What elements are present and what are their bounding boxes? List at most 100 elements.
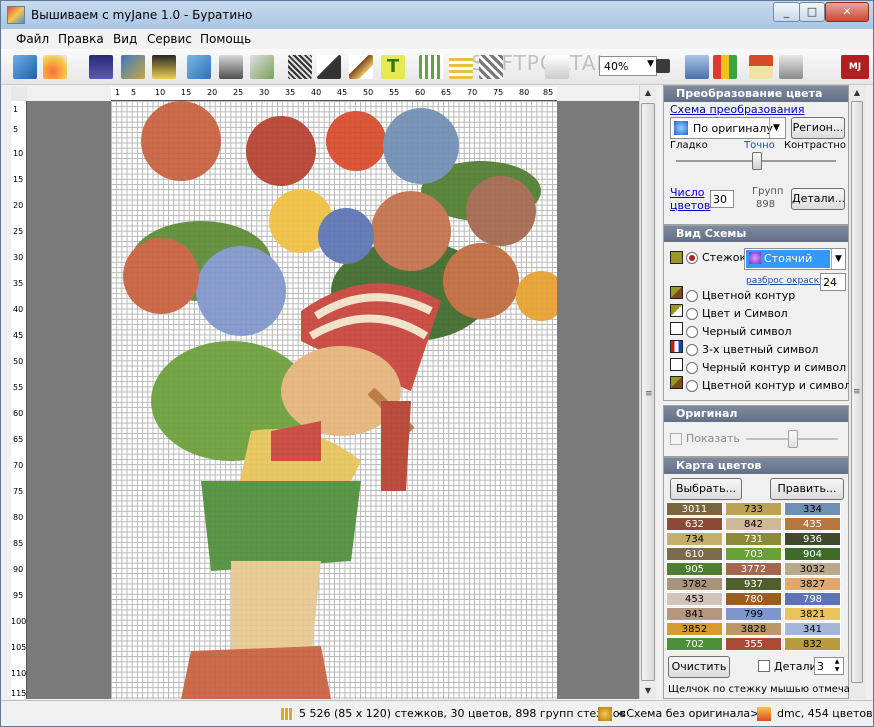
palette-cell[interactable]: 435 <box>784 517 841 531</box>
view-radio-three-color[interactable] <box>686 344 698 356</box>
palette-cell[interactable]: 3032 <box>784 562 841 576</box>
details-stepper[interactable]: 3 ▲ ▼ <box>814 657 844 675</box>
palette-cell[interactable]: 3821 <box>784 607 841 621</box>
select-colors-button[interactable]: Выбрать... <box>670 478 742 500</box>
photo-icon[interactable] <box>779 55 803 79</box>
zoom-select[interactable]: 40% ▼ <box>599 56 657 76</box>
palette-cell[interactable]: 610 <box>666 547 723 561</box>
palette-cell[interactable]: 334 <box>784 502 841 516</box>
stairs-icon[interactable] <box>317 55 341 79</box>
myjane-logo-icon[interactable]: MJ <box>841 55 869 79</box>
export-icon[interactable] <box>121 55 145 79</box>
camera-icon[interactable] <box>656 59 670 73</box>
app-icon[interactable] <box>7 6 25 24</box>
grid-2-icon[interactable] <box>449 55 473 79</box>
palette-cell[interactable]: 731 <box>725 532 782 546</box>
scroll-up-icon[interactable]: ▲ <box>849 85 865 101</box>
palette-cell[interactable]: 780 <box>725 592 782 606</box>
opacity-slider-thumb[interactable] <box>788 430 798 448</box>
details-button[interactable]: Детали... <box>791 188 845 210</box>
palette-cell[interactable]: 904 <box>784 547 841 561</box>
calculator-icon[interactable] <box>685 55 709 79</box>
panel-scrollbar[interactable]: ▲ ≡ <box>849 85 866 699</box>
scroll-up-icon[interactable]: ▲ <box>640 85 656 101</box>
text-icon[interactable]: T <box>381 55 405 79</box>
scheme-link[interactable]: Схема преобразования <box>670 103 804 116</box>
chevron-down-icon[interactable]: ▼ <box>831 249 845 269</box>
close-button[interactable]: ✕ <box>825 2 869 22</box>
palette-cell[interactable]: 841 <box>666 607 723 621</box>
view-radio-black-symbol[interactable] <box>686 326 698 338</box>
palette-icon[interactable] <box>713 55 737 79</box>
palette-cell[interactable]: 937 <box>725 577 782 591</box>
palette-cell[interactable]: 3782 <box>666 577 723 591</box>
precision-slider-thumb[interactable] <box>752 152 762 170</box>
scheme-select[interactable]: По оригиналу ▼ <box>670 117 786 139</box>
image-icon[interactable] <box>250 55 274 79</box>
stepper-down-icon[interactable]: ▼ <box>831 666 843 674</box>
copy-icon[interactable] <box>187 55 211 79</box>
stitch-type-select[interactable]: Стоячий ▼ <box>744 248 846 270</box>
chevron-down-icon[interactable]: ▼ <box>647 59 654 69</box>
palette-cell[interactable]: 798 <box>784 592 841 606</box>
color-count-label-2[interactable]: цветов <box>670 199 710 212</box>
palette-cell[interactable]: 842 <box>725 517 782 531</box>
view-radio-color-outline[interactable] <box>686 290 698 302</box>
palette-cell[interactable]: 453 <box>666 592 723 606</box>
region-button[interactable]: Регион... <box>791 117 845 139</box>
show-original-checkbox[interactable] <box>670 433 682 445</box>
palette-cell[interactable]: 734 <box>666 532 723 546</box>
palette-cell[interactable]: 355 <box>725 637 782 651</box>
curve-icon[interactable] <box>43 55 67 79</box>
stitch-radio[interactable] <box>686 252 698 264</box>
view-radio-color-symbol[interactable] <box>686 308 698 320</box>
minimize-button[interactable]: _ <box>773 2 800 22</box>
symbol-icon[interactable] <box>545 55 569 79</box>
edit-colors-button[interactable]: Править... <box>770 478 844 500</box>
menu-help[interactable]: Помощь <box>200 32 251 46</box>
palette-cell[interactable]: 703 <box>725 547 782 561</box>
view-radio-black-outline[interactable] <box>686 362 698 374</box>
menu-edit[interactable]: Правка <box>58 32 104 46</box>
palette-cell[interactable]: 3011 <box>666 502 723 516</box>
menu-service[interactable]: Сервис <box>147 32 192 46</box>
save-disk-2-icon[interactable] <box>152 55 176 79</box>
stitch-canvas[interactable] <box>111 101 557 699</box>
select-icon[interactable] <box>13 55 37 79</box>
canvas-scrollbar[interactable]: ▲ ≡ ▼ <box>639 85 656 699</box>
stepper-up-icon[interactable]: ▲ <box>831 658 843 666</box>
menu-view[interactable]: Вид <box>113 32 137 46</box>
print-icon[interactable] <box>219 55 243 79</box>
clear-button[interactable]: Очистить <box>668 656 730 678</box>
palette-cell[interactable]: 3828 <box>725 622 782 636</box>
color-count-input[interactable]: 30 <box>710 190 734 208</box>
title-bar[interactable]: Вышиваем с myJane 1.0 - Буратино _ □ ✕ <box>1 1 873 29</box>
scroll-down-icon[interactable]: ▼ <box>640 683 656 699</box>
palette-cell[interactable]: 3827 <box>784 577 841 591</box>
spread-input[interactable]: 24 <box>820 273 846 291</box>
maximize-button[interactable]: □ <box>799 2 825 22</box>
palette-cell[interactable]: 3772 <box>725 562 782 576</box>
spread-label[interactable]: разброс окраски <box>746 276 825 286</box>
palette-cell[interactable]: 905 <box>666 562 723 576</box>
grid-icon[interactable] <box>419 55 443 79</box>
grid-3-icon[interactable] <box>479 55 503 79</box>
house-icon[interactable] <box>749 55 773 79</box>
halftone-icon[interactable] <box>288 55 312 79</box>
color-count-label[interactable]: Число <box>670 186 705 199</box>
palette-cell[interactable]: 3852 <box>666 622 723 636</box>
palette-cell[interactable]: 733 <box>725 502 782 516</box>
palette-cell[interactable]: 632 <box>666 517 723 531</box>
palette-cell[interactable]: 341 <box>784 622 841 636</box>
save-disk-icon[interactable] <box>89 55 113 79</box>
pen-icon[interactable] <box>349 55 373 79</box>
details-checkbox[interactable] <box>758 660 770 672</box>
scrollbar-thumb[interactable]: ≡ <box>851 101 863 683</box>
scrollbar-thumb[interactable]: ≡ <box>641 103 655 681</box>
palette-cell[interactable]: 799 <box>725 607 782 621</box>
chevron-down-icon[interactable]: ▼ <box>769 118 783 138</box>
palette-cell[interactable]: 832 <box>784 637 841 651</box>
palette-cell[interactable]: 702 <box>666 637 723 651</box>
menu-file[interactable]: Файл <box>16 32 49 46</box>
palette-cell[interactable]: 936 <box>784 532 841 546</box>
